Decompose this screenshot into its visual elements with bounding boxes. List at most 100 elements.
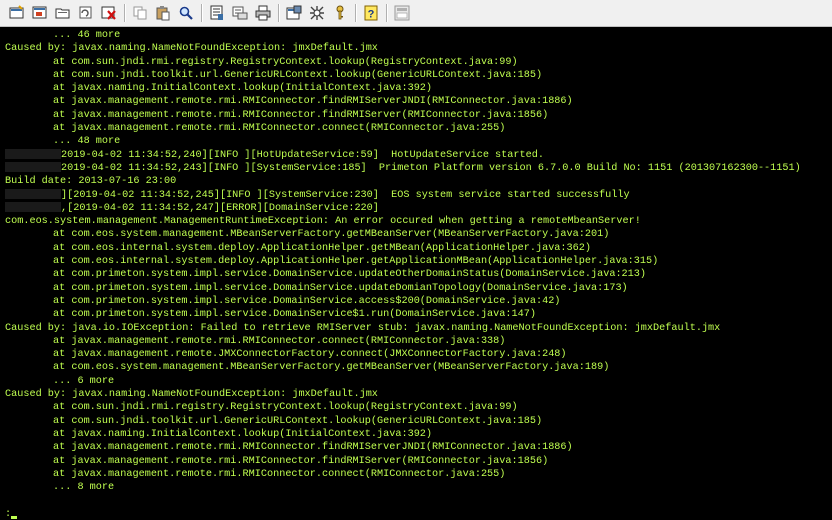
terminal-line: at javax.management.remote.JMXConnectorF… [5,348,832,361]
terminal-line: at javax.naming.InitialContext.lookup(In… [5,428,832,441]
toolbar: ? [0,0,832,27]
terminal-line-text: ... 48 more [53,136,121,148]
terminal-line: ... 48 more [5,135,832,148]
terminal-line: ][2019-04-02 11:34:52,245][INFO ][System… [5,188,832,202]
terminal-line-text: at javax.management.remote.rmi.RMIConnec… [53,335,506,347]
terminal-line-text: ... 46 more [53,30,121,41]
terminal-output[interactable]: ... 46 more Caused by: javax.naming.NameN… [0,27,832,520]
terminal-line: at javax.management.remote.rmi.RMIConnec… [5,455,832,468]
toolbar-separator [201,4,203,22]
terminal-line-text: 2019-04-02 11:34:52,243][INFO ][SystemSe… [61,162,801,174]
terminal-line-text: at com.sun.jndi.toolkit.url.GenericURLCo… [53,69,543,81]
toolbar-separator [386,4,388,22]
properties-icon[interactable] [285,4,303,22]
terminal-line: at com.sun.jndi.rmi.registry.RegistryCon… [5,401,832,414]
folder-icon[interactable] [54,4,72,22]
print-setup-icon[interactable] [231,4,249,22]
terminal-line: at javax.management.remote.rmi.RMIConnec… [5,95,832,108]
log-icon[interactable] [208,4,226,22]
terminal-line: 2019-04-02 11:34:52,243][INFO ][SystemSe… [5,162,832,175]
terminal-line: at javax.management.remote.rmi.RMIConnec… [5,441,832,454]
redacted-block [5,148,61,159]
terminal-line-text: at com.sun.jndi.rmi.registry.RegistryCon… [53,56,518,68]
terminal-line: at javax.management.remote.rmi.RMIConnec… [5,468,832,481]
terminal-line: Build date: 2013-07-16 23:00 [5,175,832,188]
terminal-line-text: at com.primeton.system.impl.service.Doma… [53,269,647,281]
terminal-window: ? ... 46 more Caused by: javax.naming.Nam… [0,0,832,520]
open-session-icon[interactable] [31,4,49,22]
key-icon[interactable] [331,4,349,22]
terminal-line: ,[2019-04-02 11:34:52,247][ERROR][Domain… [5,202,832,215]
redacted-block [5,162,61,173]
find-icon[interactable] [177,4,195,22]
toolbar-separator [124,4,126,22]
terminal-line: at javax.naming.InitialContext.lookup(In… [5,82,832,95]
terminal-line-text: at javax.management.remote.JMXConnectorF… [53,349,567,361]
terminal-line: at com.eos.system.management.MBeanServer… [5,228,832,241]
terminal-line-text: Caused by: javax.naming.NameNotFoundExce… [5,389,378,401]
print-icon[interactable] [254,4,272,22]
terminal-line-text: at com.eos.internal.system.deploy.Applic… [53,242,591,254]
toolbar-separator [355,4,357,22]
terminal-line: at com.primeton.system.impl.service.Doma… [5,308,832,321]
terminal-line: at javax.management.remote.rmi.RMIConnec… [5,335,832,348]
terminal-line: at com.eos.internal.system.deploy.Applic… [5,255,832,268]
terminal-line-text: Caused by: javax.naming.NameNotFoundExce… [5,43,378,55]
terminal-line: at javax.management.remote.rmi.RMIConnec… [5,109,832,122]
settings-icon[interactable] [308,4,326,22]
terminal-line-text: at com.primeton.system.impl.service.Doma… [53,309,536,321]
terminal-line-text: ... 8 more [53,482,115,494]
terminal-line-text: at javax.naming.InitialContext.lookup(In… [53,428,433,440]
terminal-line-text: at javax.management.remote.rmi.RMIConnec… [53,109,549,121]
terminal-line: at com.primeton.system.impl.service.Doma… [5,268,832,281]
terminal-line-text: ... 6 more [53,375,115,387]
terminal-line-text: at com.primeton.system.impl.service.Doma… [53,282,628,294]
help-icon[interactable]: ? [362,4,380,22]
terminal-line: ... 6 more [5,375,832,388]
sftp-icon[interactable] [393,4,411,22]
redacted-block [5,188,61,199]
terminal-line: at com.eos.system.management.MBeanServer… [5,361,832,374]
terminal-line-text: Caused by: java.io.IOException: Failed t… [5,322,721,334]
terminal-line-text: 2019-04-02 11:34:52,240][INFO ][HotUpdat… [61,149,544,161]
redacted-block [5,202,61,213]
terminal-line-text: at javax.management.remote.rmi.RMIConnec… [53,442,573,454]
terminal-line: Caused by: javax.naming.NameNotFoundExce… [5,388,832,401]
terminal-line-text: at javax.management.remote.rmi.RMIConnec… [53,455,549,467]
terminal-line: 2019-04-02 11:34:52,240][INFO ][HotUpdat… [5,148,832,162]
terminal-line: at javax.management.remote.rmi.RMIConnec… [5,122,832,135]
terminal-line-text: at com.sun.jndi.toolkit.url.GenericURLCo… [53,415,543,427]
terminal-line: at com.sun.jndi.rmi.registry.RegistryCon… [5,56,832,69]
copy-icon[interactable] [131,4,149,22]
terminal-line: at com.primeton.system.impl.service.Doma… [5,295,832,308]
terminal-line: ... 8 more [5,481,832,494]
terminal-line-text: at javax.management.remote.rmi.RMIConnec… [53,123,506,135]
terminal-line-text: at javax.naming.InitialContext.lookup(In… [53,83,433,95]
terminal-line: at com.eos.internal.system.deploy.Applic… [5,242,832,255]
terminal-line: ... 46 more [5,29,832,42]
terminal-line-text: at com.eos.internal.system.deploy.Applic… [53,256,659,268]
svg-text:?: ? [368,9,375,21]
terminal-line-text: at com.eos.system.management.MBeanServer… [53,229,610,241]
paste-icon[interactable] [154,4,172,22]
new-session-icon[interactable] [8,4,26,22]
terminal-line-text: at com.eos.system.management.MBeanServer… [53,362,610,374]
terminal-line-text: at com.sun.jndi.rmi.registry.RegistryCon… [53,402,518,414]
toolbar-separator [278,4,280,22]
reconnect-icon[interactable] [77,4,95,22]
terminal-line-text: at com.primeton.system.impl.service.Doma… [53,295,561,307]
terminal-line: at com.sun.jndi.toolkit.url.GenericURLCo… [5,69,832,82]
terminal-line-text: at javax.management.remote.rmi.RMIConnec… [53,468,506,480]
terminal-line-text: com.eos.system.management.ManagementRunt… [5,216,641,228]
terminal-line-text: ][2019-04-02 11:34:52,245][INFO ][System… [61,189,630,201]
terminal-line-text: ,[2019-04-02 11:34:52,247][ERROR][Domain… [61,202,379,214]
terminal-line-text: at javax.management.remote.rmi.RMIConnec… [53,96,573,108]
terminal-line-text: Build date: 2013-07-16 23:00 [5,176,177,188]
text-cursor [11,515,18,519]
terminal-line: Caused by: java.io.IOException: Failed t… [5,322,832,335]
terminal-prompt[interactable]: : [5,508,832,520]
terminal-line: com.eos.system.management.ManagementRunt… [5,215,832,228]
terminal-line: Caused by: javax.naming.NameNotFoundExce… [5,42,832,55]
disconnect-icon[interactable] [100,4,118,22]
